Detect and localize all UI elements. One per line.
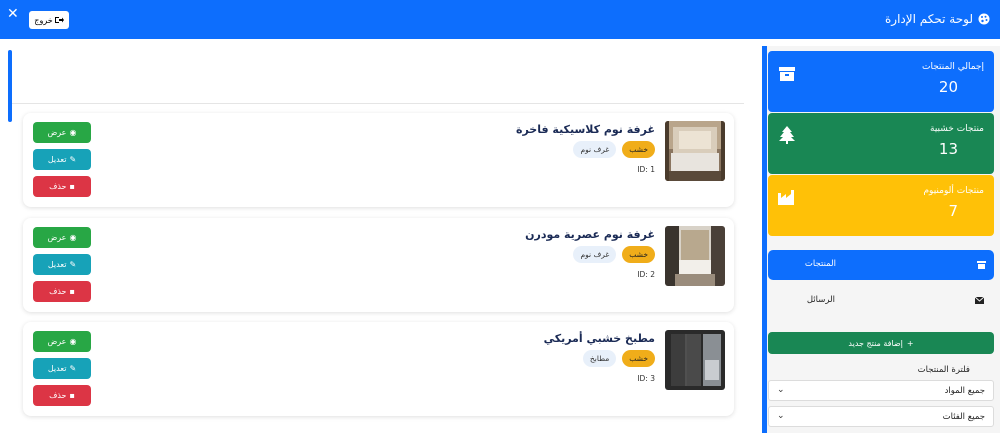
product-card: غرفة نوم عصرية مودرن خشب غرف نوم ID: 2 ع…	[23, 218, 734, 312]
delete-button[interactable]: حذف ▪	[33, 281, 91, 302]
category-badge: مطابخ	[582, 350, 617, 367]
stat-card-total: إجمالي المنتجات 20	[768, 51, 994, 112]
material-badge: خشب	[622, 246, 655, 263]
stat-value: 20	[938, 78, 958, 96]
add-product-label: إضافة منتج جديد	[848, 338, 903, 348]
delete-label: حذف	[49, 182, 67, 191]
product-card: غرفة نوم كلاسيكية فاخرة خشب غرف نوم ID: …	[23, 113, 734, 207]
stat-label: منتجات ألومنيوم	[923, 186, 984, 196]
material-select[interactable]: جميع المواد ⌄	[768, 380, 994, 401]
trash-icon: ▪	[69, 287, 75, 296]
product-id: ID: 1	[637, 165, 655, 174]
product-title: مطبخ خشبي أمريكي	[543, 332, 655, 345]
sidebar-item-products[interactable]: المنتجات	[768, 250, 994, 280]
view-button[interactable]: عرض ◉	[33, 227, 91, 248]
edit-button[interactable]: تعديل ✎	[33, 254, 91, 275]
edit-icon: ✎	[69, 155, 77, 164]
sidebar-item-label: المنتجات	[804, 259, 836, 269]
navbar-brand[interactable]: لوحة تحكم الإدارة	[885, 12, 990, 26]
close-icon[interactable]: ✕	[7, 7, 19, 21]
category-badge: غرف نوم	[573, 141, 617, 158]
product-badges: خشب مطابخ	[582, 350, 655, 367]
eye-icon: ◉	[69, 128, 77, 137]
sign-out-icon	[54, 17, 64, 23]
chevron-down-icon: ⌄	[777, 411, 785, 421]
stat-value: 7	[948, 202, 958, 220]
material-badge: خشب	[622, 350, 655, 367]
edit-button[interactable]: تعديل ✎	[33, 149, 91, 170]
eye-icon: ◉	[69, 233, 77, 242]
edit-label: تعديل	[47, 364, 67, 373]
main-divider	[12, 103, 744, 104]
category-badge: غرف نوم	[573, 246, 617, 263]
palette-icon	[978, 13, 990, 25]
product-image	[665, 121, 725, 181]
navbar-title: لوحة تحكم الإدارة	[885, 12, 973, 26]
stat-value: 13	[938, 140, 958, 158]
sidebar-scroll-indicator	[762, 46, 767, 433]
delete-button[interactable]: حذف ▪	[33, 176, 91, 197]
product-badges: خشب غرف نوم	[573, 246, 655, 263]
delete-label: حذف	[49, 391, 67, 400]
stat-card-aluminum: منتجات ألومنيوم 7	[768, 175, 994, 236]
product-card: مطبخ خشبي أمريكي خشب مطابخ ID: 3 عرض ◉ تع…	[23, 322, 734, 416]
view-label: عرض	[47, 233, 67, 242]
edit-button[interactable]: تعديل ✎	[33, 358, 91, 379]
logout-button[interactable]: خروج	[29, 11, 69, 29]
edit-icon: ✎	[69, 260, 77, 269]
product-id: ID: 2	[637, 270, 655, 279]
edit-icon: ✎	[69, 364, 77, 373]
edit-label: تعديل	[47, 260, 67, 269]
top-navbar: لوحة تحكم الإدارة خروج ✕	[0, 0, 1000, 39]
sidebar-item-messages[interactable]: الرسائل	[768, 290, 994, 312]
edit-label: تعديل	[47, 155, 67, 164]
chevron-down-icon: ⌄	[777, 385, 785, 395]
box-icon	[977, 261, 986, 269]
view-label: عرض	[47, 128, 67, 137]
material-badge: خشب	[622, 141, 655, 158]
sidebar-item-label: الرسائل	[806, 295, 835, 305]
trash-icon: ▪	[69, 182, 75, 191]
product-image	[665, 330, 725, 390]
view-label: عرض	[47, 337, 67, 346]
tree-icon	[779, 126, 795, 144]
material-select-value: جميع المواد	[944, 386, 985, 396]
product-id: ID: 3	[637, 374, 655, 383]
plus-icon: +	[906, 338, 914, 348]
trash-icon: ▪	[69, 391, 75, 400]
box-icon	[779, 67, 795, 81]
main-scroll-indicator	[8, 50, 12, 122]
category-select[interactable]: جميع الفئات ⌄	[768, 406, 994, 427]
delete-button[interactable]: حذف ▪	[33, 385, 91, 406]
envelope-icon	[975, 297, 984, 304]
stat-label: إجمالي المنتجات	[921, 62, 984, 72]
stat-card-wood: منتجات خشبية 13	[768, 113, 994, 174]
factory-icon	[778, 190, 794, 205]
view-button[interactable]: عرض ◉	[33, 331, 91, 352]
filter-label: فلترة المنتجات	[917, 365, 970, 375]
product-image	[665, 226, 725, 286]
delete-label: حذف	[49, 287, 67, 296]
product-badges: خشب غرف نوم	[573, 141, 655, 158]
logout-label: خروج	[34, 15, 53, 25]
product-title: غرفة نوم عصرية مودرن	[525, 228, 655, 241]
eye-icon: ◉	[69, 337, 77, 346]
product-title: غرفة نوم كلاسيكية فاخرة	[515, 123, 655, 136]
view-button[interactable]: عرض ◉	[33, 122, 91, 143]
category-select-value: جميع الفئات	[942, 412, 985, 422]
stat-label: منتجات خشبية	[930, 124, 984, 134]
add-product-button[interactable]: + إضافة منتج جديد	[768, 332, 994, 354]
